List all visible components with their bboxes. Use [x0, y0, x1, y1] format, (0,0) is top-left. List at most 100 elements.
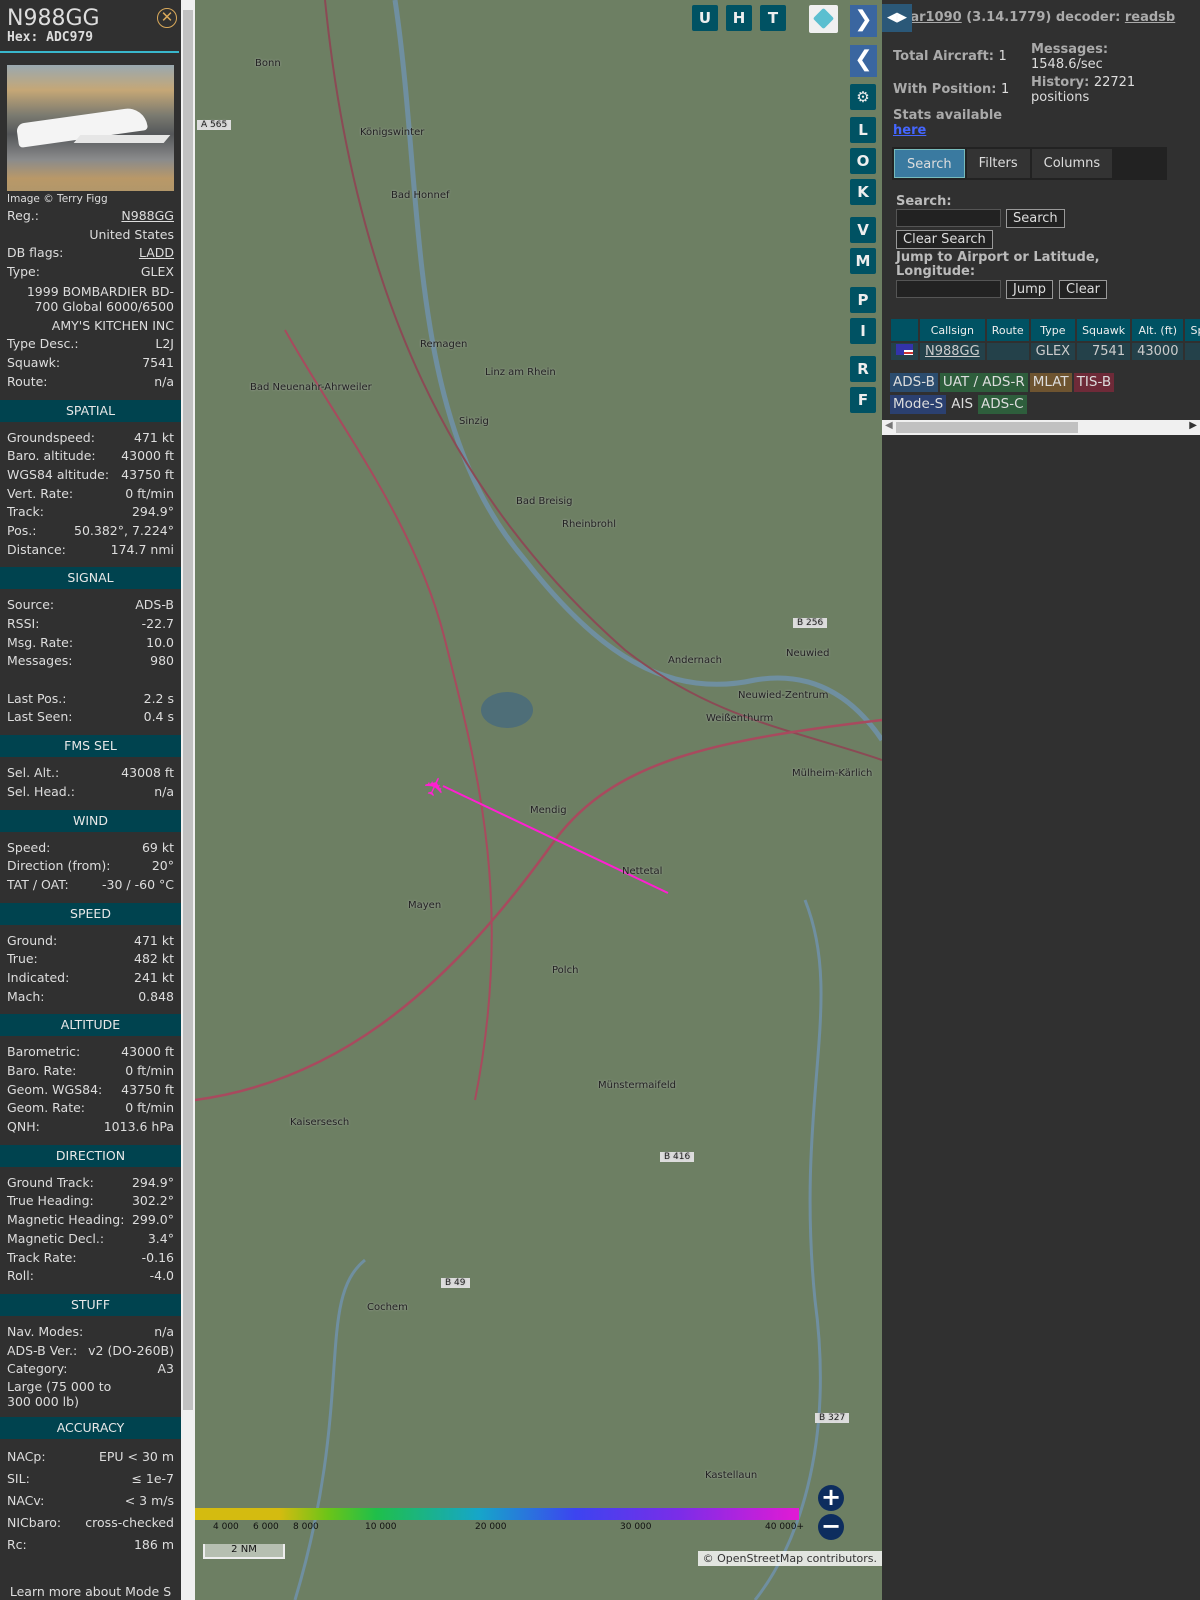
map-button-l[interactable]: L: [850, 117, 876, 143]
map-button-i[interactable]: I: [850, 318, 876, 344]
info-value: -0.16: [141, 1249, 174, 1265]
info-link[interactable]: N988GG: [121, 207, 174, 226]
toggle-sidebar-icon[interactable]: ◀▶: [882, 4, 912, 32]
info-value: n/a: [154, 783, 174, 799]
map-button-u[interactable]: U: [692, 5, 718, 31]
table-row[interactable]: N988GG GLEX 7541 43000: [891, 343, 1200, 360]
column-header[interactable]: Alt. (ft): [1132, 319, 1184, 341]
section-header-altitude: ALTITUDE: [0, 1014, 181, 1037]
info-row: True Heading: 302.2°: [0, 1192, 181, 1211]
map-attribution[interactable]: © OpenStreetMap contributors.: [697, 1551, 882, 1566]
info-label: TAT / OAT:: [7, 876, 69, 892]
info-row: True: 482 kt: [0, 950, 181, 969]
category-description: Large (75 000 to 300 000 lb): [7, 1378, 112, 1409]
map-button-p[interactable]: P: [850, 287, 876, 313]
aircraft-photo[interactable]: [7, 65, 174, 191]
info-value: 10.0: [146, 634, 174, 650]
map-button-h[interactable]: H: [726, 5, 752, 31]
info-row: Mach: 0.848: [0, 988, 181, 1007]
table-cell: 43000: [1132, 343, 1184, 360]
info-row: [0, 671, 181, 690]
zoom-in-button[interactable]: +: [818, 1485, 844, 1511]
map-place-label: Mendig: [530, 805, 567, 816]
zoom-out-button[interactable]: −: [818, 1514, 844, 1540]
info-label: Messages:: [7, 653, 73, 669]
column-header[interactable]: Squawk: [1077, 319, 1131, 341]
clear-search-button[interactable]: Clear Search: [896, 230, 993, 249]
info-label: Reg.:: [7, 208, 39, 223]
map[interactable]: ✈ Bonn Königswinter Bad Honnef Remagen Linz …: [195, 0, 882, 1600]
info-row: Last Pos.: 2.2 s: [0, 690, 181, 709]
info-row: Reg.: N988GG: [0, 207, 181, 226]
info-row: Ground: 471 kt: [0, 932, 181, 951]
hex-label: Hex:: [7, 30, 39, 45]
jump-button[interactable]: Jump: [1006, 280, 1053, 299]
sidebar-scrollbar[interactable]: [181, 0, 195, 1600]
info-link[interactable]: LADD: [139, 244, 174, 263]
info-row: Track Rate: -0.16: [0, 1249, 181, 1268]
info-row: Roll: -4.0: [0, 1267, 181, 1286]
colorbar-tick-label: 4 000: [213, 1522, 239, 1532]
info-value: 0.4 s: [143, 709, 174, 725]
search-input[interactable]: [896, 209, 1001, 227]
info-row: Magnetic Heading: 299.0°: [0, 1211, 181, 1230]
info-label: Last Seen:: [7, 709, 73, 725]
info-label: True:: [7, 951, 38, 967]
source-legend: ADS-B UAT / ADS-R MLAT TIS-B Mode-S AIS ADS-C: [890, 371, 1190, 415]
info-label: Route:: [7, 373, 48, 389]
map-place-label: B 327: [815, 1413, 850, 1423]
map-place-label: Linz am Rhein: [485, 367, 556, 378]
map-button-o[interactable]: O: [850, 148, 876, 174]
tar1090-link[interactable]: tar1090: [904, 10, 962, 25]
close-icon[interactable]: ✕: [157, 8, 177, 28]
tab-filters[interactable]: Filters: [966, 149, 1030, 178]
layers-icon[interactable]: [809, 5, 838, 33]
map-place-label: Bonn: [255, 58, 281, 69]
tab-search[interactable]: Search: [894, 149, 965, 178]
tab-columns[interactable]: Columns: [1031, 149, 1113, 178]
clear-button[interactable]: Clear: [1059, 280, 1107, 299]
info-row: WGS84 altitude: 43750 ft: [0, 466, 181, 485]
stats-link[interactable]: here: [893, 123, 1002, 138]
table-scrollbar[interactable]: ◀ ▶: [882, 420, 1200, 435]
map-button-r[interactable]: R: [850, 356, 876, 382]
info-value: 50.382°, 7.224°: [74, 522, 174, 538]
info-label: Pos.:: [7, 522, 37, 538]
info-label: SIL:: [7, 1470, 30, 1486]
jump-input[interactable]: [896, 280, 1001, 298]
info-label: Roll:: [7, 1268, 34, 1284]
info-row: ADS-B Ver.: v2 (DO-260B): [0, 1342, 181, 1361]
map-button-k[interactable]: K: [850, 179, 876, 205]
expand-panel-icon[interactable]: ❯: [850, 5, 877, 37]
info-label: Direction (from):: [7, 858, 111, 874]
info-row: Indicated: 241 kt: [0, 969, 181, 988]
hex-value: ADC979: [46, 30, 94, 45]
settings-gear-icon[interactable]: ⚙: [850, 84, 876, 110]
info-label: Msg. Rate:: [7, 634, 74, 650]
column-header[interactable]: Spd: [1185, 319, 1200, 341]
info-value: < 3 m/s: [124, 1492, 174, 1508]
aircraft-info-sidebar: N988GG ✕ Hex: ADC979 Image © Terry Figg …: [0, 0, 181, 1600]
table-cell[interactable]: N988GG: [920, 343, 985, 360]
map-button-m[interactable]: M: [850, 248, 876, 274]
info-label: Last Pos.:: [7, 690, 67, 706]
column-header[interactable]: Callsign: [920, 319, 985, 341]
map-button-t[interactable]: T: [760, 5, 786, 31]
column-header[interactable]: Type: [1030, 319, 1076, 341]
info-label: Category:: [7, 1361, 68, 1377]
colorbar-tick-label: 30 000: [620, 1522, 652, 1532]
map-button-v[interactable]: V: [850, 217, 876, 243]
info-row: RSSI: -22.7: [0, 615, 181, 634]
column-header[interactable]: Route: [986, 319, 1029, 341]
search-button[interactable]: Search: [1006, 209, 1065, 228]
map-button-f[interactable]: F: [850, 387, 876, 413]
info-value: 43000 ft: [121, 448, 174, 464]
collapse-panel-icon[interactable]: ❮: [850, 45, 877, 77]
column-header[interactable]: [891, 319, 918, 341]
decoder-link[interactable]: readsb: [1125, 10, 1175, 25]
info-row: Category: A3: [0, 1360, 181, 1379]
info-label: Indicated:: [7, 969, 70, 985]
info-row: NACv: < 3 m/s: [0, 1490, 181, 1512]
info-label: NICbaro:: [7, 1514, 62, 1530]
info-row: DB flags: LADD: [0, 244, 181, 263]
